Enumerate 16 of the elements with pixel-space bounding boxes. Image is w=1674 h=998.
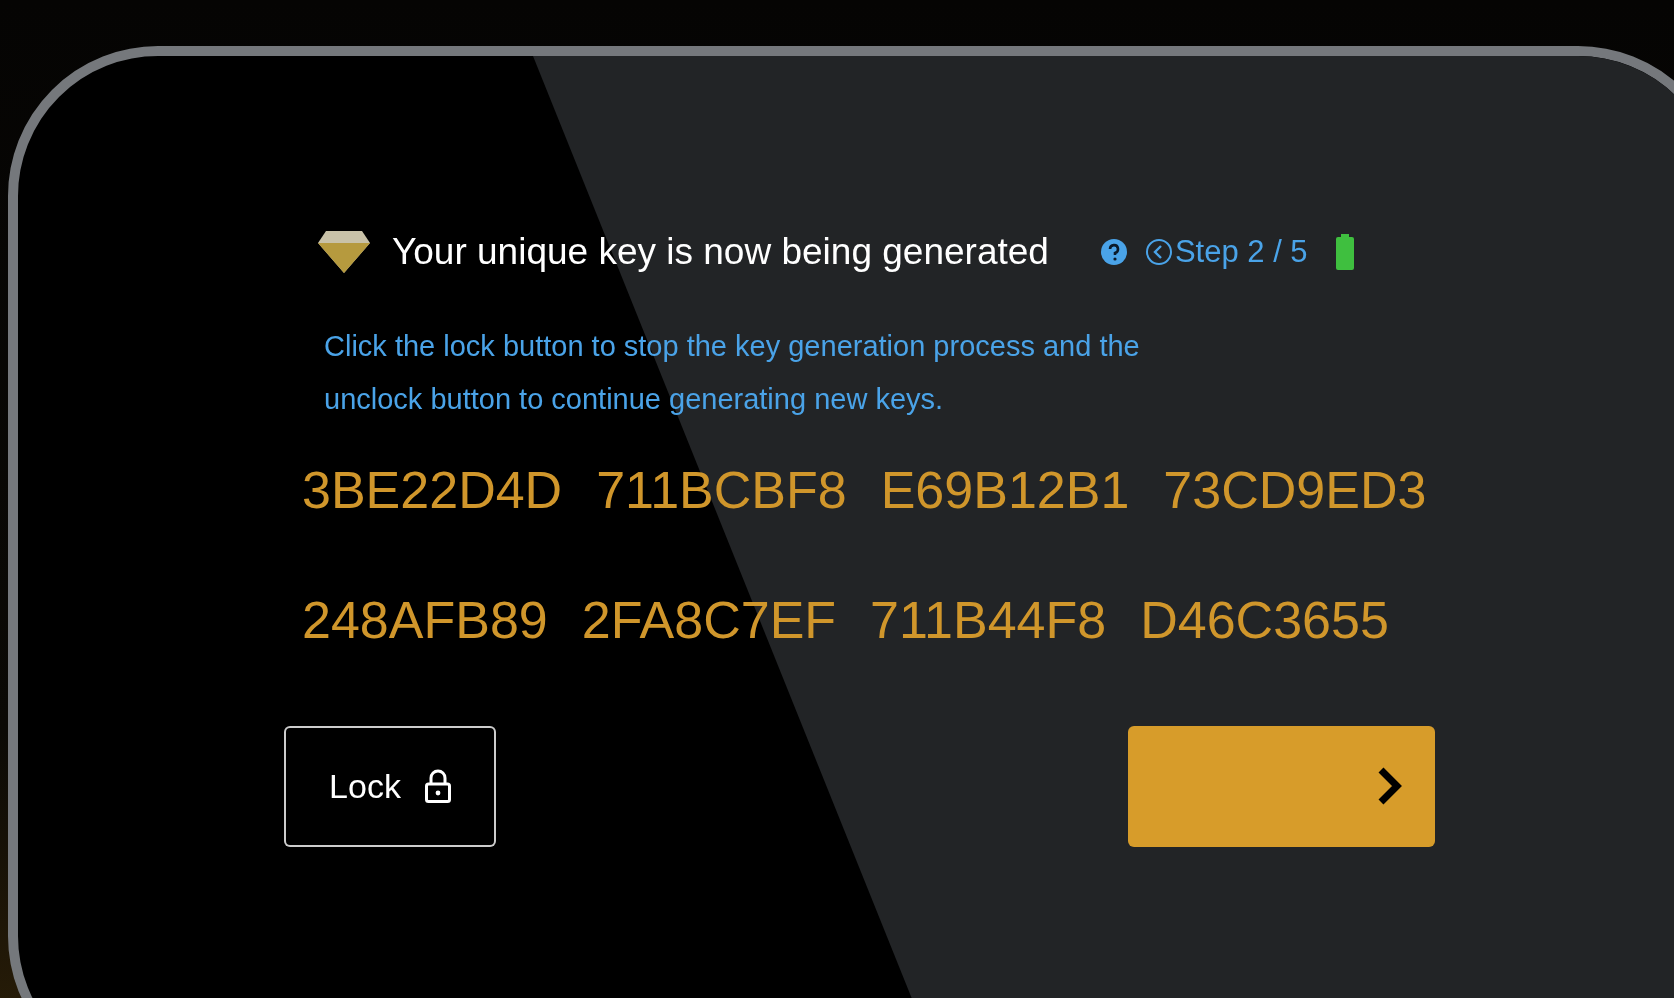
lock-button[interactable]: Lock <box>284 725 496 847</box>
key-code: 711B44F8 <box>870 589 1107 650</box>
key-code: 2FA8C7EF <box>581 589 837 650</box>
key-code: D46C3655 <box>1140 589 1389 650</box>
help-icon[interactable] <box>1100 238 1127 265</box>
back-icon <box>1144 237 1173 266</box>
key-code: 711BCBF8 <box>596 459 847 520</box>
diamond-icon <box>318 230 370 273</box>
key-code: 73CD9ED3 <box>1163 459 1427 520</box>
back-button[interactable]: Step 2 / 5 <box>1144 228 1308 275</box>
header-title: Your unique key is now being generated <box>392 230 1049 274</box>
key-code: 248AFB89 <box>302 589 548 650</box>
lock-icon <box>424 769 451 803</box>
key-code: 3BE22D4D <box>302 459 563 520</box>
instruction-text: Click the lock button to stop the key generation process and the unclock button to continue generating new keys. <box>324 328 1141 417</box>
key-code: E69B12B1 <box>880 459 1130 520</box>
